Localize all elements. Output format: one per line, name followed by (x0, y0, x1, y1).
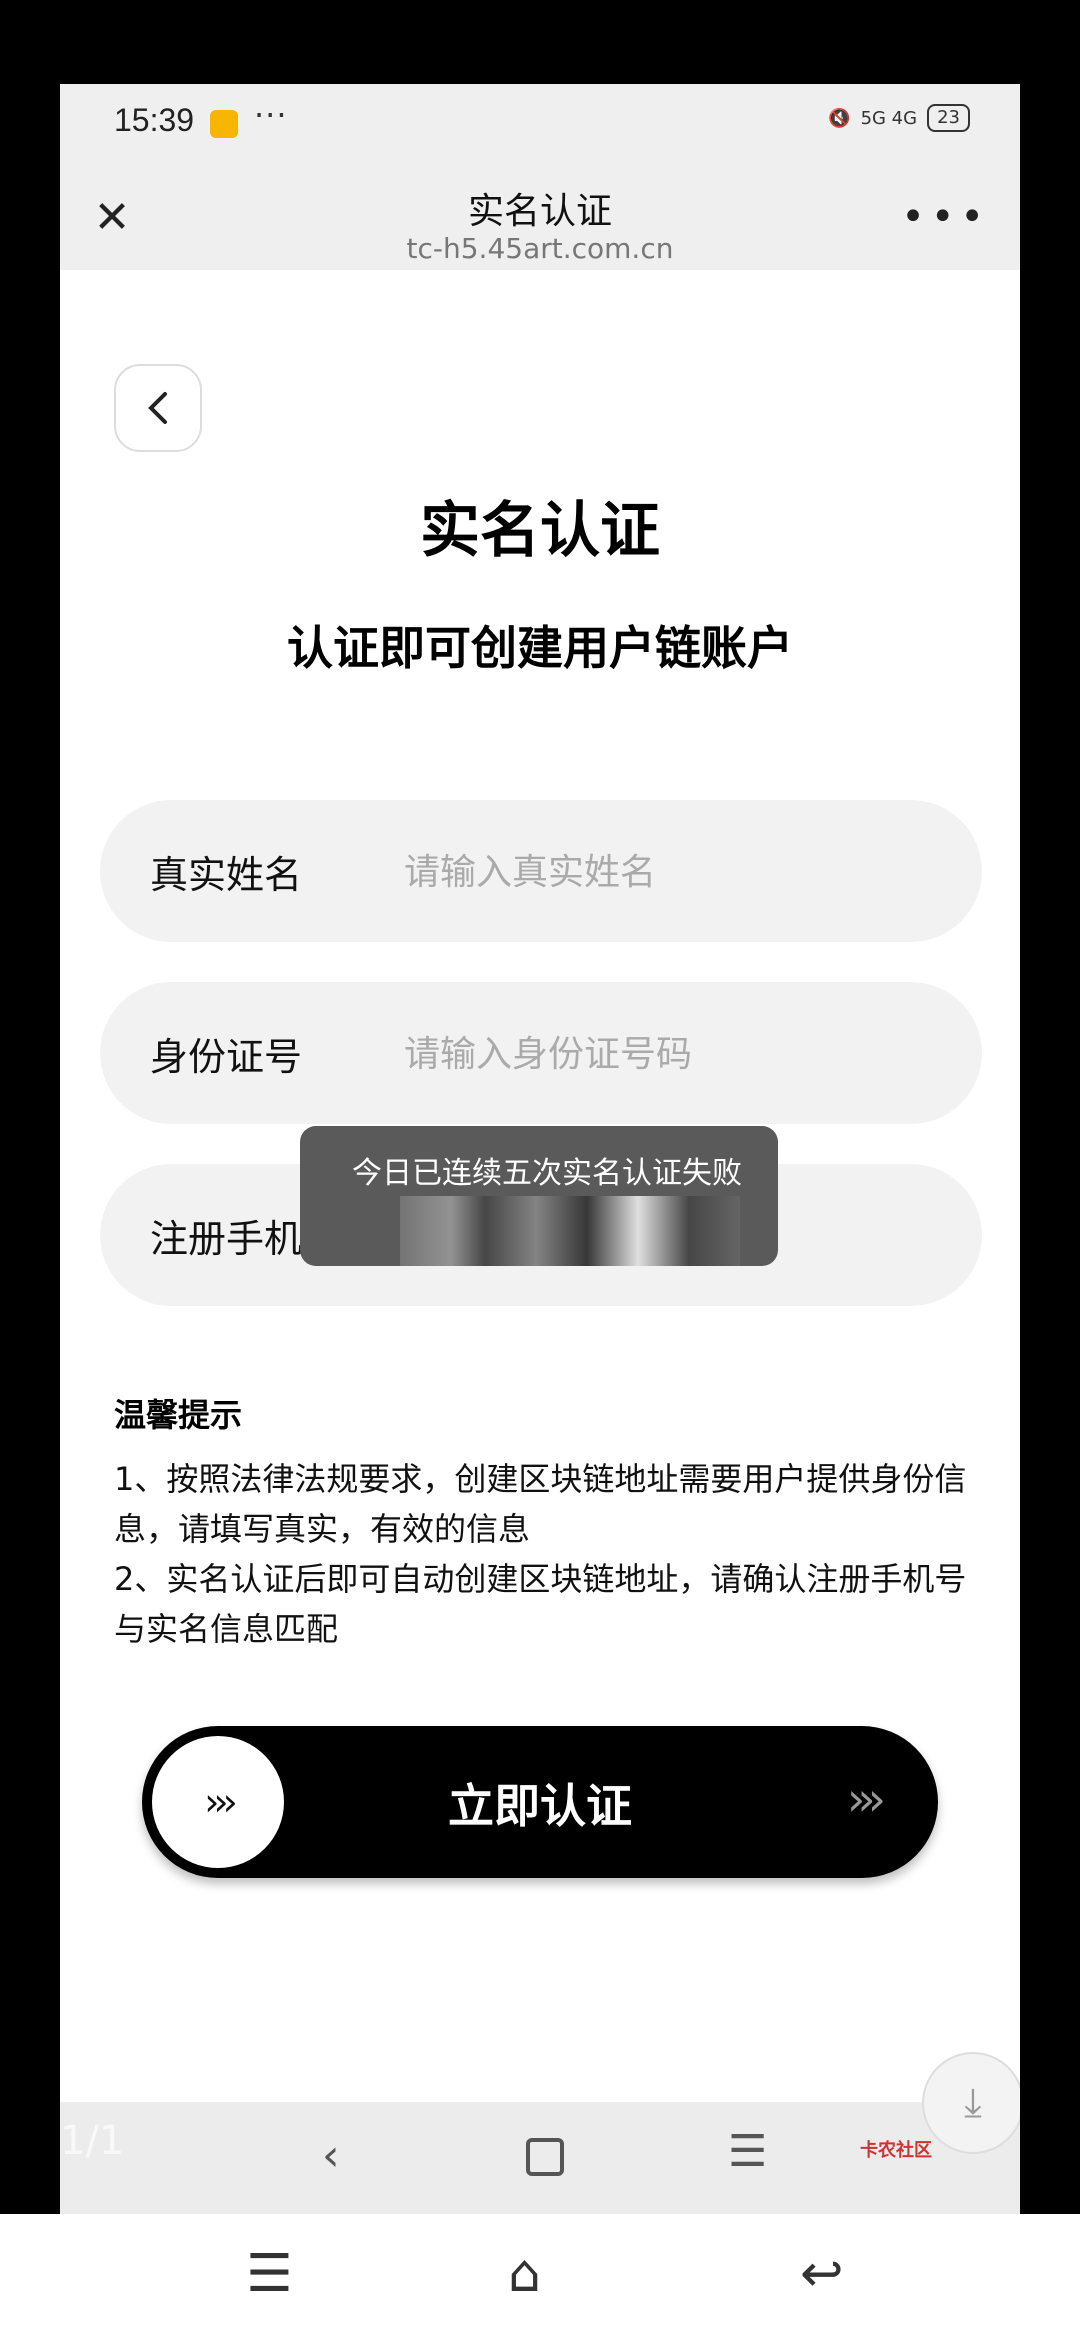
back-button[interactable] (114, 364, 202, 452)
name-input[interactable] (402, 836, 926, 908)
browser-title: 实名认证 (467, 191, 612, 232)
id-input[interactable] (402, 1018, 926, 1090)
page-title: 实名认证 (420, 496, 660, 566)
notification-app-icon (210, 110, 238, 138)
nav-tabs-icon[interactable] (526, 2138, 564, 2176)
tips-title: 温馨提示 (114, 1396, 243, 1434)
page-subtitle: 认证即可创建用户链账户 (287, 621, 793, 675)
tip-item: 1、按照法律法规要求，创建区块链地址需要用户提供身份信息，请填写真实，有效的信息 (114, 1460, 967, 1548)
signal-icon: 5G 4G (860, 107, 918, 129)
back-icon[interactable]: ↩ (800, 2244, 844, 2304)
id-label: 身份证号 (150, 1035, 303, 1079)
tips-body: 1、按照法律法规要求，创建区块链地址需要用户提供身份信息，请填写真实，有效的信息… (114, 1454, 994, 1654)
browser-url: tc-h5.45art.com.cn (406, 232, 674, 265)
phone-screen: 15:39 ··· 🔇 5G 4G 23 ✕ 实名认证 tc-h5.45art.… (60, 84, 1020, 2214)
browser-bottom-nav: 1/1 ‹ ☰ 卡农社区 ⤓ (60, 2052, 1020, 2214)
system-icons: 🔇 5G 4G 23 (828, 104, 970, 132)
mute-icon: 🔇 (828, 107, 851, 129)
name-field[interactable]: 真实姓名 (100, 800, 982, 942)
tip-item: 2、实名认证后即可自动创建区块链地址，请确认注册手机号与实名信息匹配 (114, 1560, 967, 1648)
verify-button-label: 立即认证 (448, 1779, 632, 1833)
watermark: 卡农社区 (860, 2140, 932, 2161)
home-icon[interactable]: ⌂ (508, 2244, 541, 2304)
name-label: 真实姓名 (150, 853, 303, 897)
browser-header: ✕ 实名认证 tc-h5.45art.com.cn ••• (60, 164, 1020, 270)
nav-menu-icon[interactable]: ☰ (728, 2126, 767, 2177)
phone-label: 注册手机 (150, 1217, 303, 1261)
battery-icon: 23 (927, 104, 970, 132)
verify-button[interactable]: ››› 立即认证 ››› (142, 1726, 938, 1878)
redacted-region (400, 1196, 740, 1266)
status-bar: 15:39 ··· 🔇 5G 4G 23 (60, 84, 1020, 164)
recent-apps-icon[interactable]: ☰ (246, 2244, 293, 2304)
status-more-icon: ··· (254, 96, 288, 134)
error-toast: 今日已连续五次实名认证失败 (300, 1126, 778, 1266)
toast-text: 今日已连续五次实名认证失败 (352, 1156, 742, 1191)
page-indicator: 1/1 (60, 2118, 125, 2164)
more-horizontal-icon[interactable]: ••• (901, 194, 990, 240)
system-nav-bar: ☰ ⌂ ↩ (0, 2214, 1080, 2340)
id-field[interactable]: 身份证号 (100, 982, 982, 1124)
chevron-left-icon (148, 392, 167, 424)
status-time: 15:39 (114, 102, 195, 138)
nav-back-icon[interactable]: ‹ (322, 2130, 340, 2181)
chevrons-right-icon: ››› (846, 1772, 886, 1826)
download-icon[interactable]: ⤓ (922, 2052, 1020, 2154)
